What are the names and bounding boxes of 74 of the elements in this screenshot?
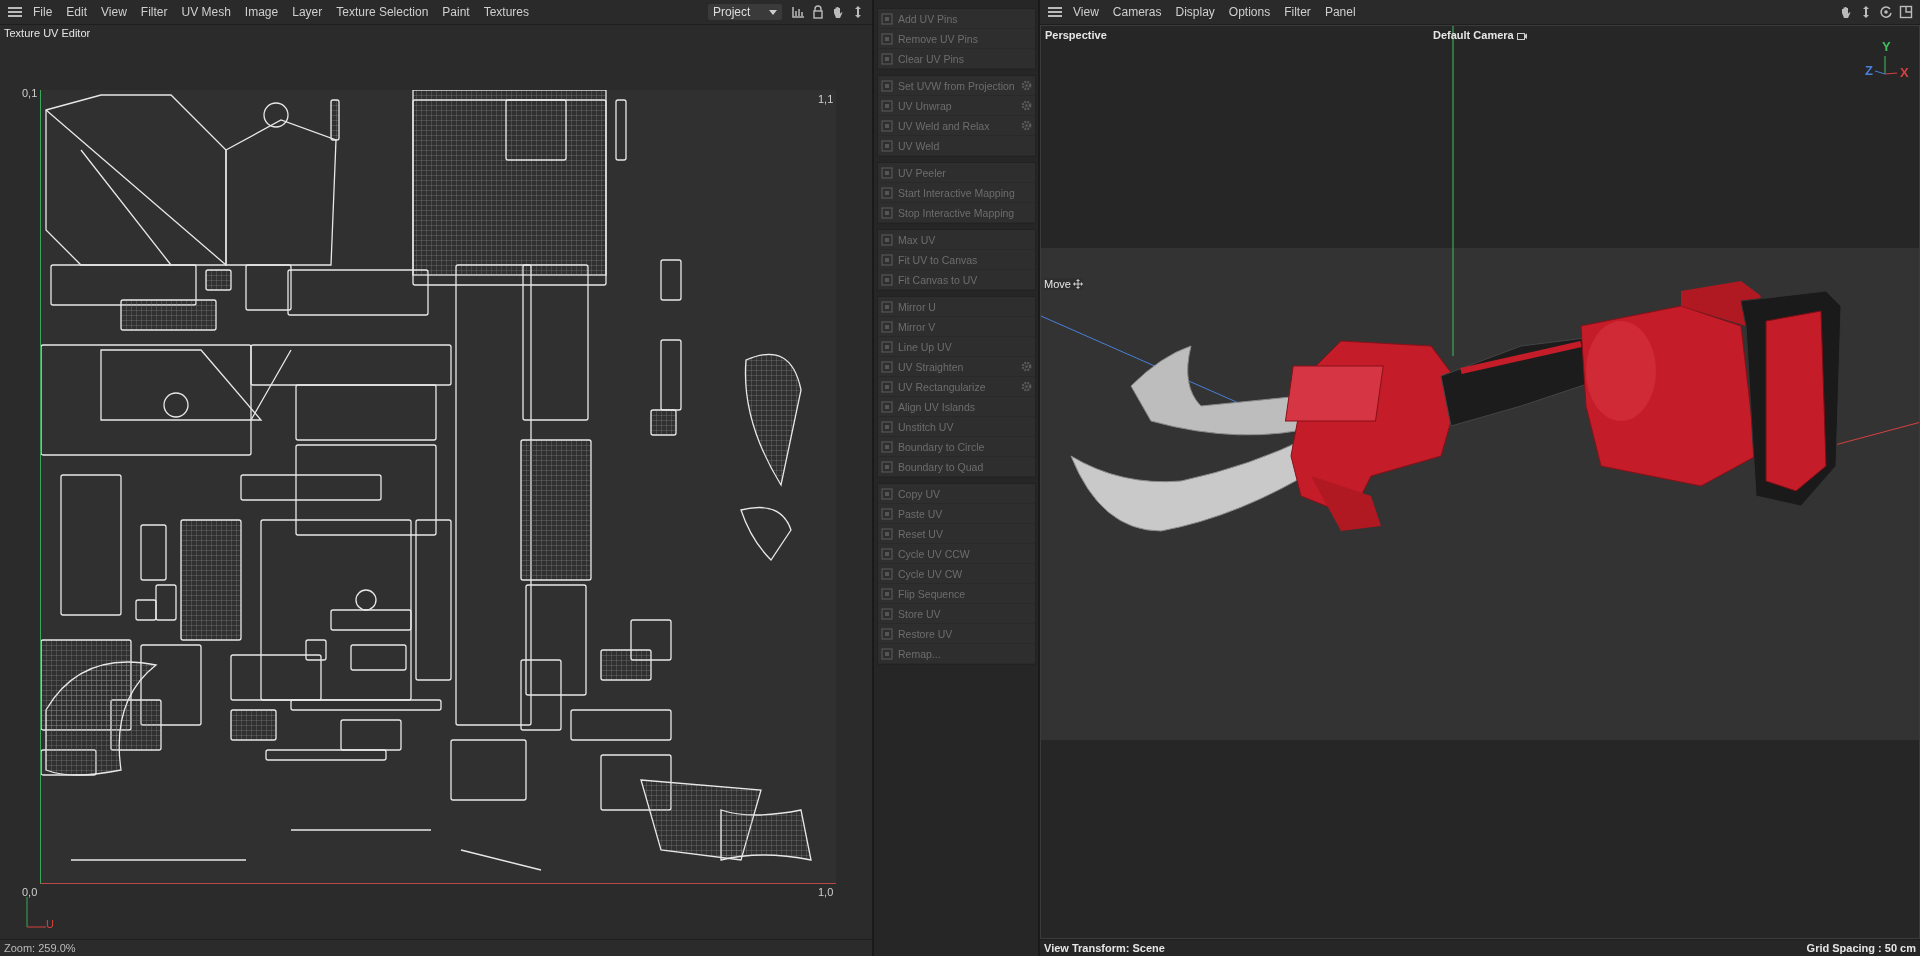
menu-item[interactable]: Texture Selection [329, 5, 436, 19]
square-icon [881, 79, 893, 92]
square-icon [881, 587, 893, 600]
maximize-icon[interactable] [1899, 5, 1913, 19]
rotate-icon[interactable] [1879, 5, 1893, 19]
menu-icon[interactable] [8, 7, 22, 17]
square-icon [881, 360, 893, 373]
menu-item[interactable]: View [94, 5, 134, 19]
menu-item[interactable]: Paint [435, 5, 477, 19]
square-icon [881, 166, 893, 179]
menu-item[interactable]: Panel [1317, 5, 1363, 19]
move-icon [1072, 279, 1083, 289]
square-icon [881, 253, 893, 266]
square-icon [881, 460, 893, 473]
axis-label: X [1900, 66, 1909, 79]
lock-icon[interactable] [811, 5, 825, 19]
square-icon [881, 400, 893, 413]
uv-coordinate-label: 0,1 [22, 87, 38, 99]
menu-item[interactable]: UV Mesh [174, 5, 238, 19]
square-icon [881, 12, 893, 25]
square-icon [881, 273, 893, 286]
caret-icon [769, 9, 777, 15]
square-icon [881, 380, 893, 393]
square-icon [881, 607, 893, 620]
view-name: Perspective [1045, 29, 1107, 41]
square-icon [881, 527, 893, 540]
square-icon [881, 52, 893, 65]
menu-item[interactable]: Image [237, 5, 286, 19]
square-icon [881, 320, 893, 333]
square-icon [881, 547, 893, 560]
square-icon [881, 99, 893, 112]
mode-dropdown[interactable]: Project [708, 4, 782, 20]
uv-coordinate-label: 1,0 [818, 886, 834, 898]
menu-icon[interactable] [1048, 7, 1062, 17]
square-icon [881, 186, 893, 199]
square-icon [881, 139, 893, 152]
tool-label: Move [1044, 278, 1071, 290]
square-icon [881, 440, 893, 453]
view-transform-status: View Transform: Scene [1044, 942, 1165, 954]
menu-item[interactable]: Options [1221, 5, 1278, 19]
camera-name[interactable]: Default Camera [1433, 29, 1514, 41]
grid-spacing-status: Grid Spacing : 50 cm [1806, 942, 1916, 954]
square-icon [881, 487, 893, 500]
square-icon [881, 233, 893, 246]
menu-item[interactable]: File [26, 5, 60, 19]
square-icon [881, 32, 893, 45]
square-icon [881, 627, 893, 640]
menu-item[interactable]: Cameras [1105, 5, 1169, 19]
square-icon [881, 507, 893, 520]
square-icon [881, 567, 893, 580]
uv-coordinate-label: 0,0 [22, 886, 38, 898]
menu-item[interactable]: Display [1168, 5, 1222, 19]
bar-chart-icon[interactable] [791, 5, 805, 19]
menu-item[interactable]: Edit [59, 5, 95, 19]
square-icon [881, 647, 893, 660]
hand-icon[interactable] [1839, 5, 1853, 19]
hand-icon[interactable] [831, 5, 845, 19]
uv-coordinate-label: 1,1 [818, 93, 834, 105]
square-icon [881, 340, 893, 353]
menu-item[interactable]: Filter [133, 5, 175, 19]
square-icon [881, 206, 893, 219]
camera-icon [1516, 30, 1527, 40]
square-icon [881, 119, 893, 132]
menu-item[interactable]: Textures [476, 5, 537, 19]
menu-item[interactable]: Layer [285, 5, 330, 19]
axis-label: U [46, 918, 54, 930]
zoom-status: Zoom: 259.0% [4, 942, 76, 954]
square-icon [881, 420, 893, 433]
panel-title: Texture UV Editor [3, 26, 92, 41]
square-icon [881, 300, 893, 313]
axis-label: Z [1865, 64, 1873, 77]
menu-item[interactable]: Filter [1277, 5, 1318, 19]
axis-label: Y [1882, 40, 1891, 53]
menu-item[interactable]: View [1066, 5, 1106, 19]
